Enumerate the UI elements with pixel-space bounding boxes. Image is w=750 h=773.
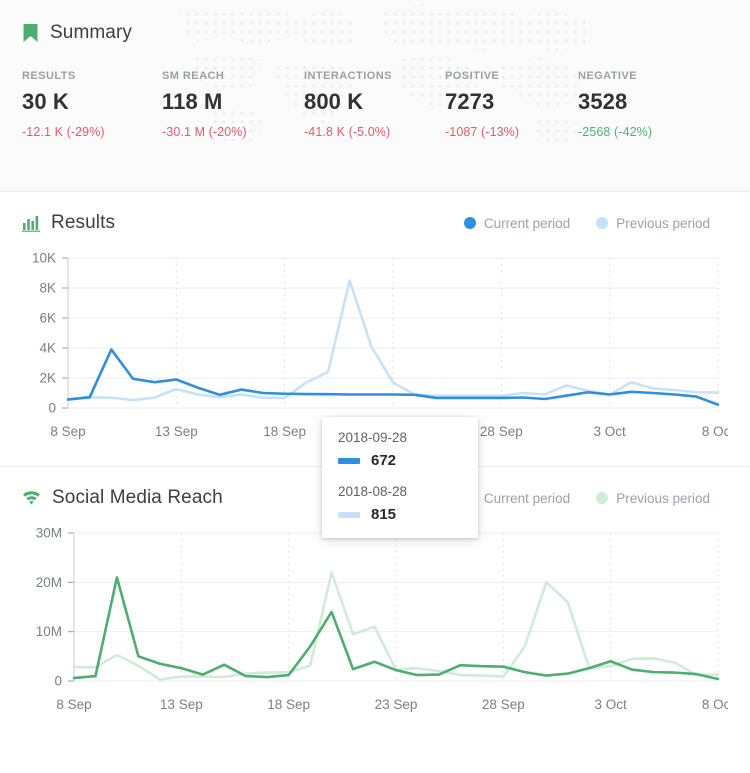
- svg-text:8 Sep: 8 Sep: [56, 697, 91, 712]
- svg-text:8K: 8K: [39, 281, 56, 296]
- legend-item-current[interactable]: Current period: [463, 490, 571, 506]
- summary-metrics: RESULTS 30 K -12.1 K (-29%) SM REACH 118…: [22, 70, 728, 139]
- svg-text:28 Sep: 28 Sep: [482, 697, 525, 712]
- dashboard-page: Summary RESULTS 30 K -12.1 K (-29%) SM R…: [0, 0, 750, 773]
- svg-text:18 Sep: 18 Sep: [267, 697, 310, 712]
- svg-text:13 Sep: 13 Sep: [160, 697, 203, 712]
- legend-item-current[interactable]: Current period: [463, 215, 571, 231]
- svg-text:23 Sep: 23 Sep: [375, 697, 418, 712]
- legend-item-previous[interactable]: Previous period: [596, 491, 710, 506]
- svg-text:8 Oct: 8 Oct: [702, 697, 728, 712]
- tooltip-group-current: 2018-09-28 672: [338, 430, 462, 469]
- tooltip-date: 2018-09-28: [338, 430, 408, 445]
- metric-positive: POSITIVE 7273 -1087 (-13%): [445, 70, 578, 139]
- summary-title: Summary: [50, 22, 132, 43]
- tooltip-group-previous: 2018-08-28 815: [338, 484, 462, 523]
- sm-reach-title: Social Media Reach: [52, 487, 223, 508]
- metric-sm-reach: SM REACH 118 M -30.1 M (-20%): [162, 70, 304, 139]
- summary-card: Summary RESULTS 30 K -12.1 K (-29%) SM R…: [0, 0, 750, 191]
- svg-text:8 Sep: 8 Sep: [50, 424, 85, 439]
- legend-label: Previous period: [616, 490, 710, 506]
- metric-label: RESULTS: [22, 70, 76, 82]
- legend-dot-icon: [463, 217, 476, 229]
- metric-results: RESULTS 30 K -12.1 K (-29%): [22, 70, 162, 139]
- bookmark-icon: [22, 23, 39, 43]
- bar-chart-icon: [22, 214, 40, 232]
- metric-negative: NEGATIVE 3528 -2568 (-42%): [578, 70, 718, 139]
- metric-value: 30 K: [22, 89, 69, 114]
- svg-text:20M: 20M: [36, 575, 62, 590]
- metric-value: 118 M: [162, 89, 223, 114]
- chart-tooltip: 2018-09-28 672 2018-08-28 815: [322, 417, 478, 538]
- metric-delta: -12.1 K (-29%): [22, 125, 105, 139]
- sm-reach-plot-wrap[interactable]: 0 10M 20M 30M 8 Sep 13 Sep 18 Sep 23 Sep 28 Sep 3…: [22, 525, 728, 723]
- tooltip-swatch-icon: [338, 457, 360, 464]
- svg-text:3 Oct: 3 Oct: [595, 697, 628, 712]
- svg-text:13 Sep: 13 Sep: [155, 424, 198, 439]
- wifi-icon: [22, 490, 41, 506]
- svg-text:0: 0: [48, 401, 56, 416]
- metric-label: NEGATIVE: [578, 70, 638, 82]
- metric-delta: -1087 (-13%): [445, 125, 520, 139]
- svg-text:10K: 10K: [32, 251, 56, 266]
- results-title: Results: [51, 212, 116, 233]
- metric-interactions: INTERACTIONS 800 K -41.8 K (-5.0%): [304, 70, 445, 139]
- summary-header: Summary: [22, 22, 728, 44]
- tooltip-value: 815: [371, 506, 397, 523]
- svg-text:4K: 4K: [39, 341, 56, 356]
- svg-text:28 Sep: 28 Sep: [480, 424, 523, 439]
- sm-reach-line-chart[interactable]: 0 10M 20M 30M 8 Sep 13 Sep 18 Sep 23 Sep 28 Sep 3…: [22, 525, 728, 723]
- svg-text:0: 0: [54, 674, 62, 689]
- results-header: Results Current period Previous period: [22, 212, 728, 234]
- legend-dot-icon: [596, 492, 609, 504]
- tooltip-swatch-icon: [338, 511, 360, 518]
- svg-text:10M: 10M: [36, 624, 62, 639]
- metric-label: POSITIVE: [445, 70, 500, 82]
- tooltip-date: 2018-08-28: [338, 484, 408, 499]
- svg-text:6K: 6K: [39, 311, 56, 326]
- legend-label: Current period: [483, 215, 571, 231]
- metric-delta: -2568 (-42%): [578, 125, 653, 139]
- legend-item-previous[interactable]: Previous period: [596, 216, 710, 231]
- tooltip-value: 672: [371, 452, 397, 469]
- legend-label: Previous period: [616, 215, 710, 231]
- metric-value: 7273: [445, 89, 495, 114]
- metric-value: 3528: [578, 89, 628, 114]
- metric-value: 800 K: [304, 89, 364, 114]
- svg-text:8 Oct: 8 Oct: [702, 424, 728, 439]
- metric-delta: -30.1 M (-20%): [162, 125, 247, 139]
- metric-label: SM REACH: [162, 70, 225, 82]
- svg-text:30M: 30M: [36, 526, 62, 541]
- svg-text:18 Sep: 18 Sep: [263, 424, 306, 439]
- results-legend: Current period Previous period: [463, 215, 728, 231]
- legend-dot-icon: [596, 217, 609, 229]
- svg-text:2K: 2K: [39, 371, 56, 386]
- svg-text:3 Oct: 3 Oct: [594, 424, 627, 439]
- legend-label: Current period: [483, 490, 571, 506]
- metric-label: INTERACTIONS: [304, 70, 392, 82]
- metric-delta: -41.8 K (-5.0%): [304, 125, 391, 139]
- sm-reach-legend: Current period Previous period: [463, 490, 728, 506]
